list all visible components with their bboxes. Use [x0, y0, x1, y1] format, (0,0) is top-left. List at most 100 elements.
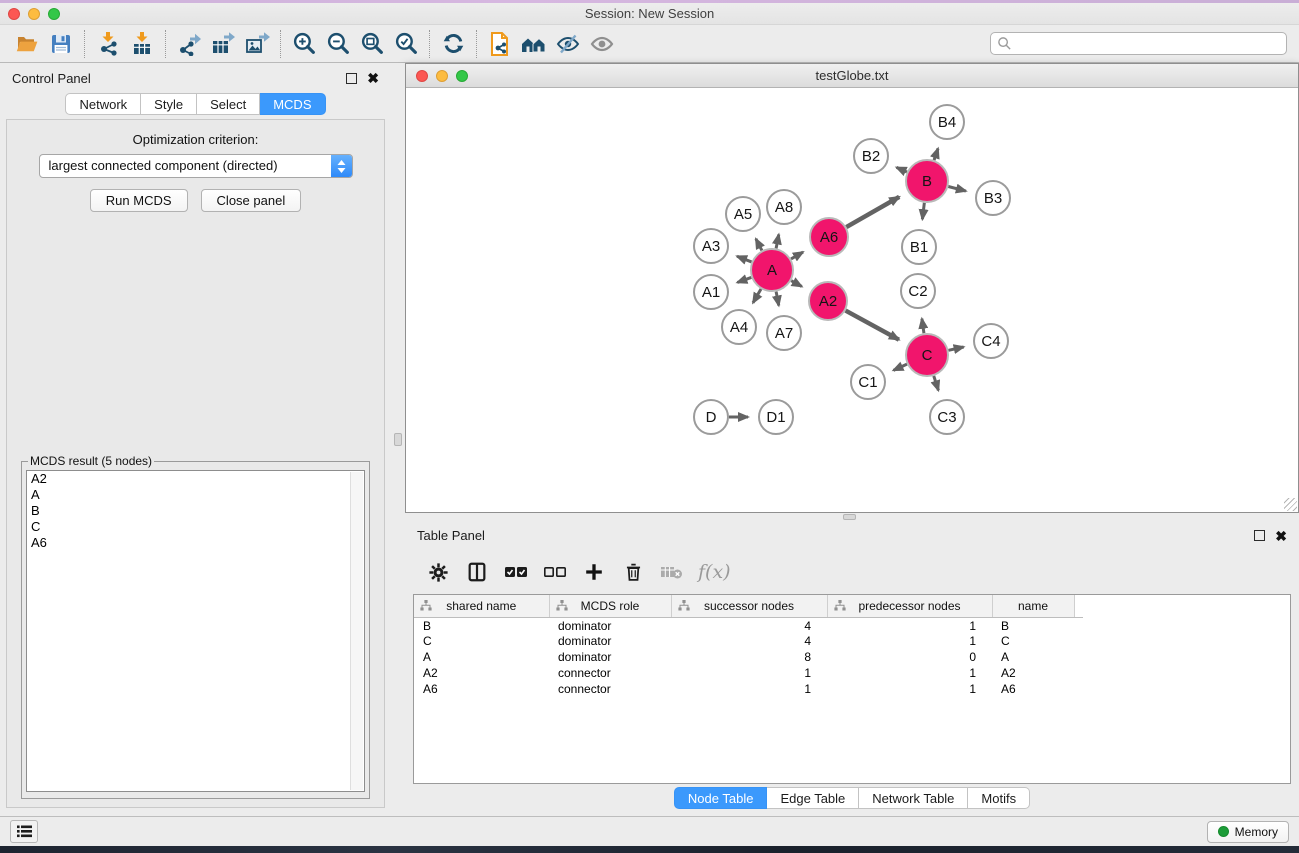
tab-motifs[interactable]: Motifs	[968, 787, 1030, 809]
mcds-result-item[interactable]: B	[27, 503, 364, 519]
node-A6[interactable]: A6	[810, 218, 848, 256]
node-A5[interactable]: A5	[726, 197, 760, 231]
edge-A-A8[interactable]	[776, 235, 779, 249]
close-panel-icon[interactable]: ✖	[1275, 529, 1287, 543]
import-table-button[interactable]	[125, 29, 159, 59]
node-D1[interactable]: D1	[759, 400, 793, 434]
node-C3[interactable]: C3	[930, 400, 964, 434]
edge-A-A7[interactable]	[776, 292, 779, 306]
column-header-MCDS-role[interactable]: MCDS role	[549, 595, 671, 617]
show-columns-button[interactable]	[462, 557, 492, 587]
float-panel-icon[interactable]	[346, 73, 357, 84]
hide-graphics-button[interactable]	[585, 29, 619, 59]
show-all-networks-button[interactable]	[517, 29, 551, 59]
table-cell[interactable]: C	[992, 633, 1074, 649]
export-table-button[interactable]	[206, 29, 240, 59]
close-panel-button[interactable]: Close panel	[201, 189, 302, 212]
node-B1[interactable]: B1	[902, 230, 936, 264]
unselect-all-columns-button[interactable]	[540, 557, 570, 587]
column-header-predecessor-nodes[interactable]: predecessor nodes	[827, 595, 992, 617]
node-C1[interactable]: C1	[851, 365, 885, 399]
tab-node-table[interactable]: Node Table	[674, 787, 768, 809]
search-box[interactable]	[990, 32, 1287, 55]
table-cell[interactable]: A	[992, 649, 1074, 665]
horizontal-splitter[interactable]	[405, 513, 1299, 521]
export-network-button[interactable]	[172, 29, 206, 59]
zoom-in-button[interactable]	[287, 29, 321, 59]
edge-B-B3[interactable]	[948, 186, 966, 191]
table-cell[interactable]: B	[414, 617, 549, 633]
memory-button[interactable]: Memory	[1207, 821, 1289, 843]
table-cell[interactable]: B	[992, 617, 1074, 633]
table-cell[interactable]: dominator	[549, 633, 671, 649]
edge-B-B4[interactable]	[934, 149, 938, 161]
network-graph[interactable]: AA1A2A3A4A5A6A7A8BB1B2B3B4CC1C2C3C4DD1	[406, 88, 1298, 512]
edge-A-A6[interactable]	[791, 252, 803, 259]
edge-A2-C[interactable]	[846, 311, 899, 340]
splitter-handle[interactable]	[843, 514, 856, 520]
table-cell[interactable]: A6	[992, 681, 1074, 697]
table-cell[interactable]: 1	[827, 681, 992, 697]
edge-B-B2[interactable]	[897, 167, 907, 172]
tab-style[interactable]: Style	[141, 93, 197, 115]
open-session-button[interactable]	[10, 29, 44, 59]
edge-B-B1[interactable]	[922, 203, 924, 219]
column-header-name[interactable]: name	[992, 595, 1074, 617]
table-cell[interactable]: C	[414, 633, 549, 649]
table-cell[interactable]: dominator	[549, 617, 671, 633]
table-cell[interactable]: 8	[671, 649, 827, 665]
node-B3[interactable]: B3	[976, 181, 1010, 215]
table-cell[interactable]: 1	[827, 617, 992, 633]
scrollbar-track[interactable]	[350, 472, 363, 790]
table-row[interactable]: A6connector11A6	[414, 681, 1083, 697]
mcds-result-item[interactable]: C	[27, 519, 364, 535]
zoom-out-button[interactable]	[321, 29, 355, 59]
delete-table-button[interactable]	[657, 557, 687, 587]
table-row[interactable]: Cdominator41C	[414, 633, 1083, 649]
node-B[interactable]: B	[906, 160, 948, 202]
column-header-successor-nodes[interactable]: successor nodes	[671, 595, 827, 617]
search-input[interactable]	[1012, 37, 1280, 51]
node-B4[interactable]: B4	[930, 105, 964, 139]
node-C4[interactable]: C4	[974, 324, 1008, 358]
network-canvas[interactable]: AA1A2A3A4A5A6A7A8BB1B2B3B4CC1C2C3C4DD1	[406, 88, 1298, 512]
node-table[interactable]: shared nameMCDS rolesuccessor nodesprede…	[413, 594, 1291, 784]
node-B2[interactable]: B2	[854, 139, 888, 173]
node-A4[interactable]: A4	[722, 310, 756, 344]
table-cell[interactable]: 1	[671, 681, 827, 697]
table-cell[interactable]: connector	[549, 665, 671, 681]
edge-A-A1[interactable]	[737, 277, 751, 282]
mcds-result-item[interactable]: A	[27, 487, 364, 503]
edge-A-A3[interactable]	[737, 256, 751, 262]
splitter-handle[interactable]	[394, 433, 402, 446]
toggle-graphics-details-button[interactable]	[551, 29, 585, 59]
edge-A-A4[interactable]	[753, 289, 761, 303]
float-panel-icon[interactable]	[1254, 530, 1265, 541]
edge-C-C3[interactable]	[934, 376, 939, 390]
apply-layout-button[interactable]	[436, 29, 470, 59]
node-C2[interactable]: C2	[901, 274, 935, 308]
table-row[interactable]: A2connector11A2	[414, 665, 1083, 681]
function-builder-button[interactable]: f(x)	[698, 561, 731, 583]
node-A1[interactable]: A1	[694, 275, 728, 309]
edge-A6-B[interactable]	[846, 197, 899, 227]
table-cell[interactable]: dominator	[549, 649, 671, 665]
tab-select[interactable]: Select	[197, 93, 260, 115]
table-cell[interactable]: 1	[827, 665, 992, 681]
edge-C-C4[interactable]	[948, 347, 963, 350]
import-network-button[interactable]	[91, 29, 125, 59]
node-A3[interactable]: A3	[694, 229, 728, 263]
close-panel-icon[interactable]: ✖	[367, 71, 379, 85]
node-A7[interactable]: A7	[767, 316, 801, 350]
criterion-select[interactable]: largest connected component (directed)	[39, 154, 353, 178]
table-cell[interactable]: A	[414, 649, 549, 665]
table-settings-button[interactable]	[423, 557, 453, 587]
table-row[interactable]: Bdominator41B	[414, 617, 1083, 633]
table-cell[interactable]: A6	[414, 681, 549, 697]
create-column-button[interactable]	[579, 557, 609, 587]
window-resize-grip[interactable]	[1284, 498, 1297, 511]
table-cell[interactable]: A2	[414, 665, 549, 681]
table-cell[interactable]: 1	[827, 633, 992, 649]
delete-column-button[interactable]	[618, 557, 648, 587]
table-row[interactable]: Adominator80A	[414, 649, 1083, 665]
